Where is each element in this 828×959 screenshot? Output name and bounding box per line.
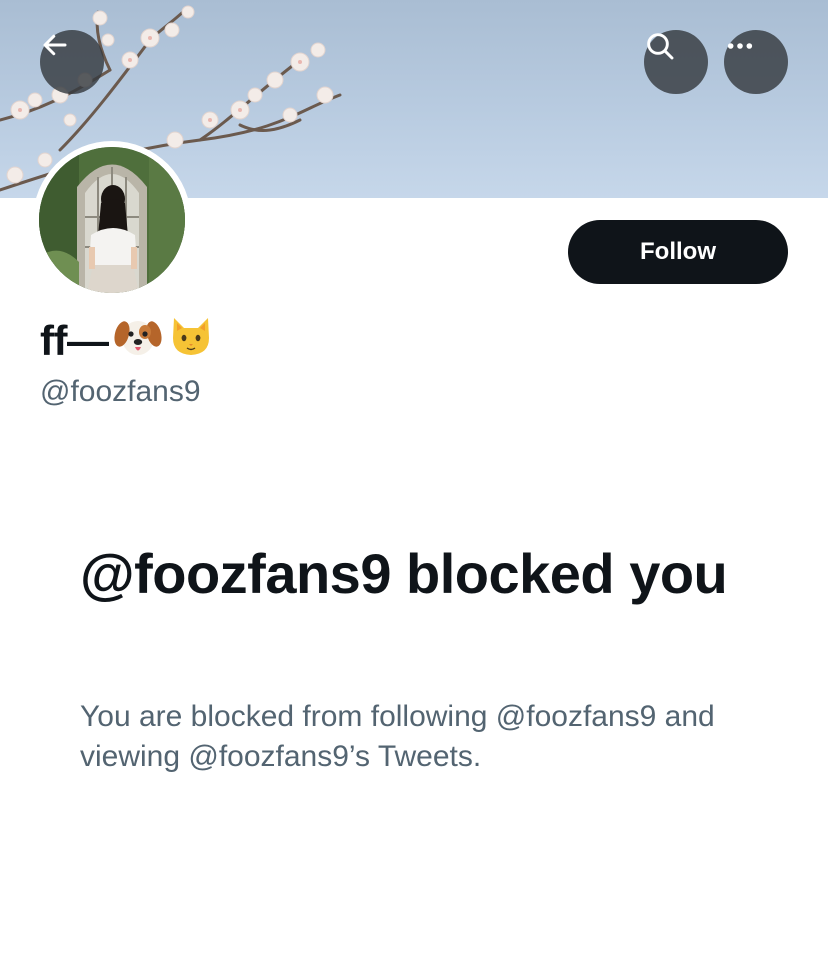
blocked-description: You are blocked from following @foozfans… (80, 700, 715, 773)
profile-avatar-frame (33, 141, 191, 299)
search-button[interactable] (644, 30, 708, 94)
cat-face-emoji-icon (168, 314, 214, 368)
profile-handle: @foozfans9 (40, 375, 201, 408)
avatar-photo (39, 147, 185, 293)
avatar[interactable] (39, 147, 185, 293)
dog-face-emoji-icon (114, 314, 163, 368)
more-options-button[interactable] (724, 30, 788, 94)
follow-button[interactable]: Follow (568, 220, 788, 284)
display-name-text: ff— (40, 317, 109, 364)
blocked-title: @foozfans9 blocked you (80, 542, 728, 605)
display-name: ff— (40, 316, 214, 366)
back-button[interactable] (40, 30, 104, 94)
